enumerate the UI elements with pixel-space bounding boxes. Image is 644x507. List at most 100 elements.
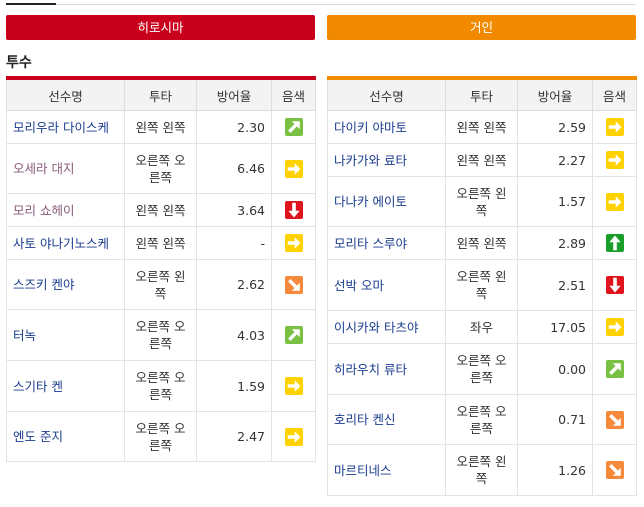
throw-bat: 오른쪽 왼쪽 [445, 444, 518, 496]
arrow-path [609, 277, 620, 293]
table-row: 이시카와 타츠야 좌우 17.05 [327, 310, 637, 344]
condition-right-icon [284, 377, 303, 396]
era-value: 6.46 [196, 143, 272, 194]
arrow-path [287, 121, 300, 134]
throw-bat: 오른쪽 왼쪽 [445, 176, 518, 227]
player-name[interactable]: 선박 오마 [327, 259, 446, 311]
condition-up-icon [605, 234, 624, 253]
table-row: 마르티네스 오른쪽 왼쪽 1.26 [327, 444, 637, 496]
table-row: 사토 야나기노스케 왼쪽 왼쪽 - [6, 226, 316, 260]
arrow-glyph [287, 237, 300, 249]
player-name[interactable]: 마르티네스 [327, 444, 446, 496]
throw-bat: 오른쪽 오른쪽 [445, 394, 518, 445]
condition-cell [592, 444, 637, 496]
era-value: - [196, 226, 272, 260]
table-row: 모리우라 다이스케 왼쪽 왼쪽 2.30 [6, 110, 316, 144]
player-name[interactable]: 스즈키 켄야 [6, 259, 125, 310]
player-name[interactable]: 사토 야나기노스케 [6, 226, 125, 260]
throw-bat: 왼쪽 왼쪽 [445, 110, 518, 144]
era-value: 0.71 [517, 394, 593, 445]
player-name[interactable]: 나카가와 료타 [327, 143, 446, 177]
throw-bat: 오른쪽 오른쪽 [124, 411, 197, 462]
condition-cell [271, 259, 316, 310]
player-name[interactable]: 터녹 [6, 309, 125, 361]
arrow-glyph [608, 363, 621, 376]
team-button-giants[interactable]: 거인 [327, 15, 636, 40]
arrow-path [287, 278, 300, 291]
player-name[interactable]: 호리타 켄신 [327, 394, 446, 445]
player-name[interactable]: 이시카와 타츠야 [327, 310, 446, 344]
arrow-path [608, 321, 621, 333]
arrow-glyph [608, 121, 621, 133]
era-value: 2.59 [517, 110, 593, 144]
condition-cell [271, 411, 316, 462]
player-name[interactable]: 오세라 대지 [6, 143, 125, 194]
arrow-glyph [287, 380, 300, 392]
condition-cell [592, 110, 637, 144]
table-row: 스기타 켄 오른쪽 오른쪽 1.59 [6, 360, 316, 412]
header-era: 방어율 [196, 77, 272, 111]
arrow-glyph [608, 464, 621, 477]
throw-bat: 오른쪽 오른쪽 [445, 343, 518, 395]
era-value: 3.64 [196, 193, 272, 227]
player-name[interactable]: 다이키 야마토 [327, 110, 446, 144]
condition-cell [592, 310, 637, 344]
arrow-glyph [608, 321, 621, 333]
player-name[interactable]: 모리타 스루야 [327, 226, 446, 260]
table-row: 터녹 오른쪽 오른쪽 4.03 [6, 309, 316, 361]
header-condition: 음색 [592, 77, 637, 111]
condition-right-icon [605, 118, 624, 137]
player-name[interactable]: 다나카 에이토 [327, 176, 446, 227]
condition-right-icon [284, 159, 303, 178]
table-header-row: 선수명 투타 방어율 음색 [6, 77, 316, 111]
condition-down-right-icon [605, 461, 624, 480]
player-name[interactable]: 히라우치 류타 [327, 343, 446, 395]
team-button-hiroshima[interactable]: 히로시마 [6, 15, 315, 40]
arrow-glyph [287, 163, 300, 175]
arrow-path [287, 431, 300, 443]
era-value: 17.05 [517, 310, 593, 344]
throw-bat: 왼쪽 왼쪽 [124, 110, 197, 144]
table-row: 다나카 에이토 오른쪽 왼쪽 1.57 [327, 176, 637, 227]
era-value: 2.47 [196, 411, 272, 462]
player-name[interactable]: 모리우라 다이스케 [6, 110, 125, 144]
condition-cell [271, 226, 316, 260]
condition-cell [592, 343, 637, 395]
condition-down-right-icon [605, 410, 624, 429]
arrow-glyph [608, 413, 621, 426]
arrow-glyph [287, 121, 300, 134]
header-era: 방어율 [517, 77, 593, 111]
condition-cell [271, 110, 316, 144]
condition-cell [592, 176, 637, 227]
condition-down-icon [605, 276, 624, 295]
era-value: 2.62 [196, 259, 272, 310]
header-condition: 음색 [271, 77, 316, 111]
era-value: 2.51 [517, 259, 593, 311]
arrow-path [608, 363, 621, 376]
condition-right-icon [605, 318, 624, 337]
era-value: 1.26 [517, 444, 593, 496]
condition-up-right-icon [284, 326, 303, 345]
arrow-path [608, 154, 621, 166]
condition-right-icon [284, 427, 303, 446]
condition-up-right-icon [605, 360, 624, 379]
condition-down-icon [284, 201, 303, 220]
table-row: 선박 오마 오른쪽 왼쪽 2.51 [327, 259, 637, 311]
throw-bat: 왼쪽 왼쪽 [445, 226, 518, 260]
arrow-path [608, 464, 621, 477]
top-divider [6, 4, 636, 5]
table-row: 오세라 대지 오른쪽 오른쪽 6.46 [6, 143, 316, 194]
player-name[interactable]: 스기타 켄 [6, 360, 125, 412]
player-name[interactable]: 엔도 준지 [6, 411, 125, 462]
player-name[interactable]: 모리 쇼헤이 [6, 193, 125, 227]
condition-cell [271, 309, 316, 361]
throw-bat: 오른쪽 왼쪽 [445, 259, 518, 311]
arrow-glyph [287, 329, 300, 342]
arrow-path [287, 329, 300, 342]
throw-bat: 오른쪽 오른쪽 [124, 309, 197, 361]
throw-bat: 왼쪽 왼쪽 [124, 193, 197, 227]
section-title: 투수 [6, 55, 32, 71]
header-name: 선수명 [6, 77, 125, 111]
condition-right-icon [605, 151, 624, 170]
arrow-glyph [609, 277, 620, 293]
